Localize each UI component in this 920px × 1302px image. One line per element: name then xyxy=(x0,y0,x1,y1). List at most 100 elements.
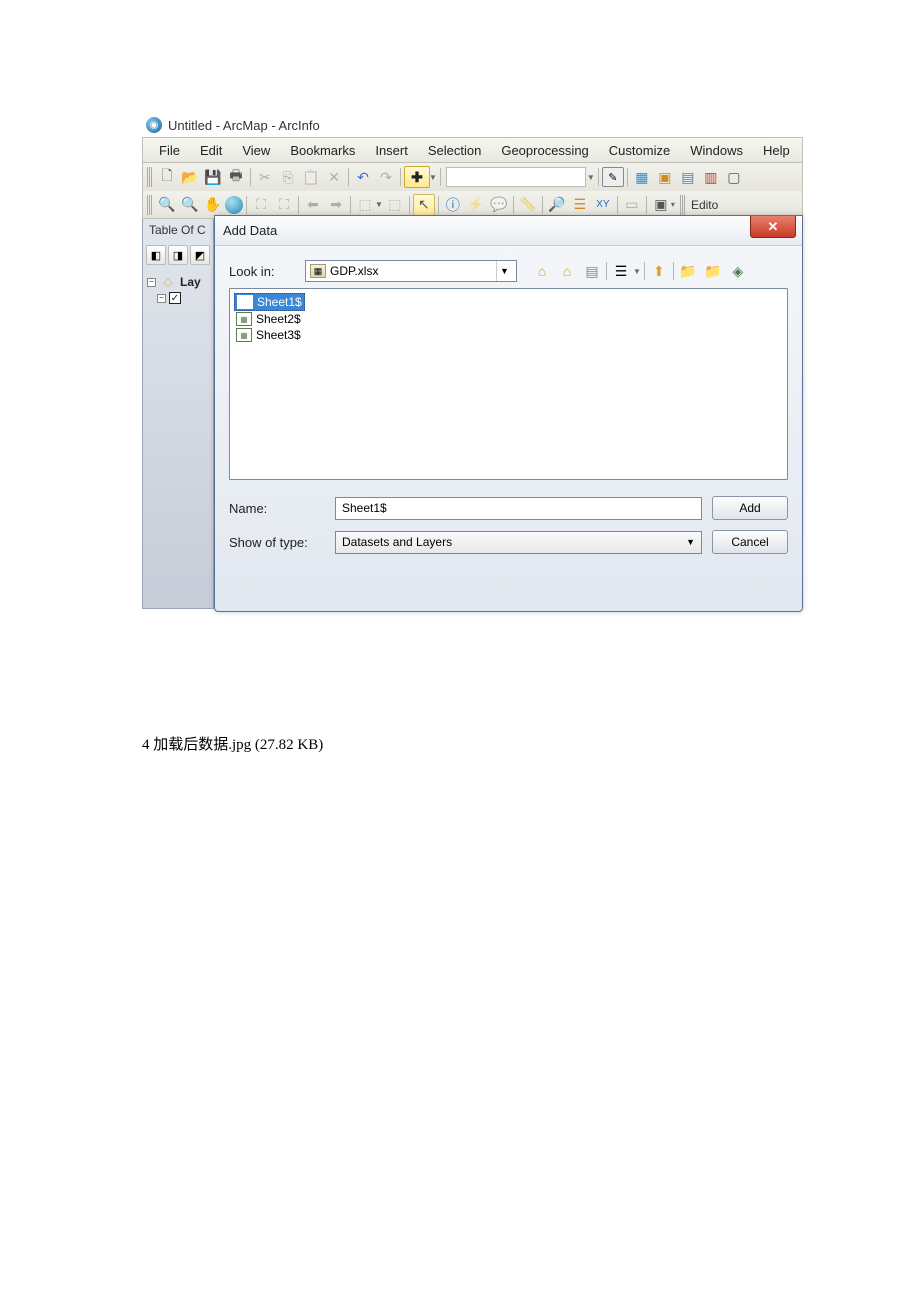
name-input[interactable]: Sheet1$ xyxy=(335,497,702,520)
new-folder-icon[interactable]: 📁 xyxy=(677,260,699,282)
new-icon[interactable]: 🗋 xyxy=(156,166,178,188)
separator xyxy=(440,168,441,186)
menu-help[interactable]: Help xyxy=(753,140,800,161)
list-by-source-icon[interactable]: ◨ xyxy=(168,245,188,265)
menu-insert[interactable]: Insert xyxy=(365,140,418,161)
menu-windows[interactable]: Windows xyxy=(680,140,753,161)
python-icon[interactable]: ▥ xyxy=(700,166,722,188)
standard-toolbar: 🗋 📂 💾 🖶 ✂ ⎘ 📋 ✕ ↶ ↷ ✚ ▼ ▼ ✎ ▦ ▣ ▤ ▥ ▢ xyxy=(142,163,803,191)
add-data-button[interactable]: ✚ xyxy=(404,166,430,188)
separator xyxy=(250,168,251,186)
menu-selection[interactable]: Selection xyxy=(418,140,491,161)
add-connection-icon[interactable]: ◈ xyxy=(727,260,749,282)
file-item-sheet3[interactable]: ▦ Sheet3$ xyxy=(234,327,303,343)
separator xyxy=(348,168,349,186)
identify-icon[interactable]: ⓘ xyxy=(442,194,464,216)
clear-selection-icon[interactable]: ⬚ xyxy=(384,194,406,216)
back-icon[interactable]: ⬅ xyxy=(302,194,324,216)
separator xyxy=(400,168,401,186)
catalog-tree-icon[interactable]: ▤ xyxy=(581,260,603,282)
pointer-icon[interactable]: ↖ xyxy=(413,194,435,216)
tree-collapse-icon[interactable]: − xyxy=(157,294,166,303)
separator xyxy=(606,262,607,280)
pan-icon[interactable]: ✋ xyxy=(202,194,224,216)
search-window-icon[interactable]: ▤ xyxy=(677,166,699,188)
zoom-out-icon[interactable]: 🔍 xyxy=(179,194,201,216)
menu-view[interactable]: View xyxy=(232,140,280,161)
view-dropdown[interactable]: ▼ xyxy=(633,267,641,276)
cut-icon[interactable]: ✂ xyxy=(254,166,276,188)
toolbox-icon[interactable]: ▦ xyxy=(631,166,653,188)
connect-folder-icon[interactable]: 📁 xyxy=(702,260,724,282)
show-of-type-dropdown[interactable]: Datasets and Layers ▼ xyxy=(335,531,702,554)
measure-icon[interactable]: 📏 xyxy=(517,194,539,216)
separator xyxy=(438,196,439,214)
html-popup-icon[interactable]: 💬 xyxy=(488,194,510,216)
goto-xy-icon[interactable]: XY xyxy=(592,194,614,216)
list-view-icon[interactable]: ☰ xyxy=(610,260,632,282)
redo-icon[interactable]: ↷ xyxy=(375,166,397,188)
menu-bookmarks[interactable]: Bookmarks xyxy=(280,140,365,161)
hyperlink-icon[interactable]: ⚡ xyxy=(465,194,487,216)
forward-icon[interactable]: ➡ xyxy=(325,194,347,216)
table-icon: ▦ xyxy=(236,312,252,326)
misc-icon[interactable]: ▢ xyxy=(723,166,745,188)
layers-label: Lay xyxy=(180,275,201,289)
file-item-sheet2[interactable]: ▦ Sheet2$ xyxy=(234,311,303,327)
save-icon[interactable]: 💾 xyxy=(202,166,224,188)
separator xyxy=(617,196,618,214)
scale-dropdown[interactable]: ▼ xyxy=(587,173,595,182)
arcmap-icon: ◉ xyxy=(146,117,162,133)
home-icon[interactable]: ⌂ xyxy=(531,260,553,282)
zoom-in-icon[interactable]: 🔍 xyxy=(156,194,178,216)
toolbar-grip[interactable] xyxy=(680,195,685,215)
add-data-dialog: Add Data ✕ Look in: ▦ GDP.xlsx ▼ ⌂ ⌂ ▤ xyxy=(214,215,803,612)
menu-geoprocessing[interactable]: Geoprocessing xyxy=(491,140,598,161)
find-icon[interactable]: 🔎 xyxy=(546,194,568,216)
catalog-icon[interactable]: ▣ xyxy=(654,166,676,188)
delete-icon[interactable]: ✕ xyxy=(323,166,345,188)
list-by-drawing-icon[interactable]: ◧ xyxy=(146,245,166,265)
full-extent-icon[interactable] xyxy=(225,196,243,214)
paste-icon[interactable]: 📋 xyxy=(300,166,322,188)
menu-customize[interactable]: Customize xyxy=(599,140,680,161)
menu-edit[interactable]: Edit xyxy=(190,140,232,161)
list-by-visibility-icon[interactable]: ◩ xyxy=(190,245,210,265)
cancel-button[interactable]: Cancel xyxy=(712,530,788,554)
print-icon[interactable]: 🖶 xyxy=(225,166,247,188)
layer-checkbox[interactable]: ✓ xyxy=(169,292,181,304)
look-in-value: GDP.xlsx xyxy=(330,264,492,278)
default-gdb-icon[interactable]: ⌂ xyxy=(556,260,578,282)
fixed-zoom-out-icon[interactable]: ⛶ xyxy=(273,194,295,216)
copy-icon[interactable]: ⎘ xyxy=(277,166,299,188)
dropdown-arrow-icon[interactable]: ▼ xyxy=(496,261,512,281)
toolbar-grip[interactable] xyxy=(147,167,152,187)
time-slider-icon[interactable]: ▭ xyxy=(621,194,643,216)
select-features-icon[interactable]: ⬚ xyxy=(354,194,376,216)
file-item-sheet1[interactable]: ▦ Sheet1$ xyxy=(234,293,305,311)
file-name: Sheet1$ xyxy=(257,295,302,309)
add-data-dropdown[interactable]: ▼ xyxy=(429,173,437,182)
close-button[interactable]: ✕ xyxy=(750,216,796,238)
xlsx-icon: ▦ xyxy=(310,264,326,278)
editor-toolbar-icon[interactable]: ✎ xyxy=(602,167,624,187)
toolbar-grip[interactable] xyxy=(147,195,152,215)
scale-input[interactable] xyxy=(446,167,586,187)
tree-collapse-icon[interactable]: − xyxy=(147,278,156,287)
fixed-zoom-in-icon[interactable]: ⛶ xyxy=(250,194,272,216)
layers-icon: ◇ xyxy=(159,275,177,289)
open-icon[interactable]: 📂 xyxy=(179,166,201,188)
editor-label[interactable]: Edito xyxy=(691,198,718,212)
add-button[interactable]: Add xyxy=(712,496,788,520)
separator xyxy=(246,196,247,214)
undo-icon[interactable]: ↶ xyxy=(352,166,374,188)
up-one-level-icon[interactable]: ⬆ xyxy=(648,260,670,282)
menu-file[interactable]: File xyxy=(149,140,190,161)
select-dropdown[interactable]: ▼ xyxy=(375,200,383,209)
file-list[interactable]: ▦ Sheet1$ ▦ Sheet2$ ▦ Sheet3$ xyxy=(229,288,788,480)
viewer-dropdown[interactable]: ▾ xyxy=(671,200,675,209)
find-route-icon[interactable]: ☰ xyxy=(569,194,591,216)
file-name: Sheet3$ xyxy=(256,328,301,342)
look-in-dropdown[interactable]: ▦ GDP.xlsx ▼ xyxy=(305,260,517,282)
viewer-icon[interactable]: ▣ xyxy=(650,194,672,216)
